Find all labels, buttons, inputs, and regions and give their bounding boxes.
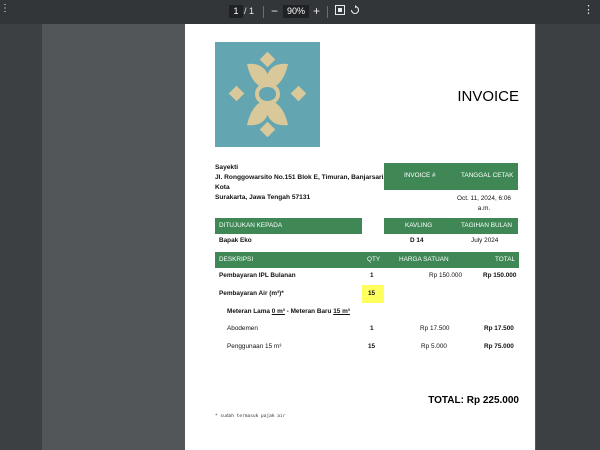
print-date-line-1: Oct. 11, 2024, 6:06 bbox=[457, 195, 511, 202]
item-qty: 15 bbox=[368, 343, 376, 350]
item-description: Abodemen bbox=[227, 325, 258, 332]
item-price: Rp 150.000 bbox=[429, 272, 463, 279]
toolbar-divider bbox=[263, 6, 264, 18]
page-separator: / bbox=[244, 6, 247, 16]
item-row-usage: Penggunaan 15 m³ 15 Rp 5.000 Rp 75.000 bbox=[185, 340, 535, 354]
company-logo bbox=[215, 42, 320, 147]
zoom-in-button[interactable]: + bbox=[313, 3, 320, 19]
item-row-water: Pembayaran Air (m³)* 15 bbox=[185, 287, 535, 301]
item-total: Rp 17.500 bbox=[484, 325, 514, 332]
item-description: Penggunaan 15 m³ bbox=[227, 343, 282, 350]
rotate-icon-graphic bbox=[350, 5, 360, 15]
billing-month-value: July 2024 bbox=[471, 237, 499, 244]
print-date-header: TANGGAL CETAK bbox=[461, 172, 514, 179]
meter-mid: - Meteran Baru bbox=[284, 308, 334, 315]
item-qty: 1 bbox=[370, 325, 374, 332]
fit-page-icon-graphic bbox=[335, 5, 345, 15]
item-price: Rp 5.000 bbox=[421, 343, 447, 350]
fit-page-icon[interactable] bbox=[335, 3, 345, 19]
menu-icon[interactable]: ⋮ bbox=[0, 3, 10, 14]
item-total: Rp 150.000 bbox=[483, 272, 517, 279]
meter-reading: Meteran Lama 0 m³ - Meteran Baru 15 m³ bbox=[227, 308, 350, 315]
page-count: / 1 bbox=[244, 5, 254, 18]
company-name: Sayekti bbox=[215, 164, 239, 171]
recipient-header: DITUJUKAN KEPADA bbox=[219, 222, 283, 229]
description-header: DESKRIPSI bbox=[219, 256, 254, 263]
kavling-header-bar: KAVLING TAGIHAN BULAN bbox=[384, 218, 518, 234]
recipient-value: Bapak Eko bbox=[219, 237, 252, 244]
qty-header: QTY bbox=[367, 256, 381, 263]
print-date-value: Oct. 11, 2024, 6:06 a.m. bbox=[449, 194, 519, 213]
total-pages: 1 bbox=[249, 6, 255, 16]
download-icon[interactable]: ⋮ bbox=[583, 3, 594, 16]
rotate-icon[interactable] bbox=[350, 3, 360, 19]
item-qty: 1 bbox=[370, 272, 374, 279]
billing-month-header: TAGIHAN BULAN bbox=[461, 222, 513, 229]
item-total: Rp 75.000 bbox=[484, 343, 514, 350]
meter-old: 0 m³ bbox=[271, 308, 285, 315]
kavling-header: KAVLING bbox=[405, 222, 433, 229]
total-header: TOTAL bbox=[495, 256, 516, 263]
grand-total: TOTAL: Rp 225.000 bbox=[428, 395, 519, 406]
invoice-title: INVOICE bbox=[457, 88, 519, 105]
invoice-number-header: INVOICE # bbox=[404, 172, 436, 179]
item-price: Rp 17.500 bbox=[420, 325, 450, 332]
item-row-ipl: Pembayaran IPL Bulanan 1 Rp 150.000 Rp 1… bbox=[185, 269, 535, 283]
company-info: Sayekti Jl. Ronggowarsito No.151 Blok E,… bbox=[215, 163, 387, 203]
item-qty: 15 bbox=[368, 290, 376, 297]
items-header-bar: DESKRIPSI QTY HARGA SATUAN TOTAL bbox=[215, 252, 519, 268]
invoice-header-bar: INVOICE # TANGGAL CETAK bbox=[384, 163, 518, 190]
footnote: * sudah termasuk pajak air bbox=[215, 414, 286, 419]
item-row-meter: Meteran Lama 0 m³ - Meteran Baru 15 m³ bbox=[185, 305, 535, 319]
toolbar-divider bbox=[327, 6, 328, 18]
company-address-line-2: Surakarta, Jawa Tengah 57131 bbox=[215, 194, 311, 201]
unit-price-header: HARGA SATUAN bbox=[399, 256, 449, 263]
page-number-input[interactable]: 1 bbox=[229, 5, 243, 18]
print-date-line-2: a.m. bbox=[477, 204, 491, 212]
meter-prefix: Meteran Lama bbox=[227, 308, 272, 315]
item-description: Pembayaran Air (m³)* bbox=[219, 290, 284, 297]
left-sidebar bbox=[0, 24, 42, 450]
company-address-line-1: Jl. Ronggowarsito No.151 Blok E, Timuran… bbox=[215, 174, 386, 191]
right-scroll-area[interactable] bbox=[536, 24, 600, 450]
item-row-abodemen: Abodemen 1 Rp 17.500 Rp 17.500 bbox=[185, 322, 535, 336]
pdf-page: INVOICE Sayekti Jl. Ronggowarsito No.151… bbox=[185, 24, 535, 450]
zoom-level-input[interactable]: 90% bbox=[283, 5, 309, 18]
pdf-toolbar: ⋮ 1 / 1 − 90% + ⋮ bbox=[0, 0, 600, 24]
zoom-out-button[interactable]: − bbox=[271, 3, 278, 19]
item-description: Pembayaran IPL Bulanan bbox=[219, 272, 296, 279]
meter-new: 15 m³ bbox=[333, 308, 350, 315]
kavling-value: D 14 bbox=[410, 237, 424, 244]
logo-graphic bbox=[228, 51, 307, 138]
recipient-header-bar: DITUJUKAN KEPADA bbox=[215, 218, 362, 234]
